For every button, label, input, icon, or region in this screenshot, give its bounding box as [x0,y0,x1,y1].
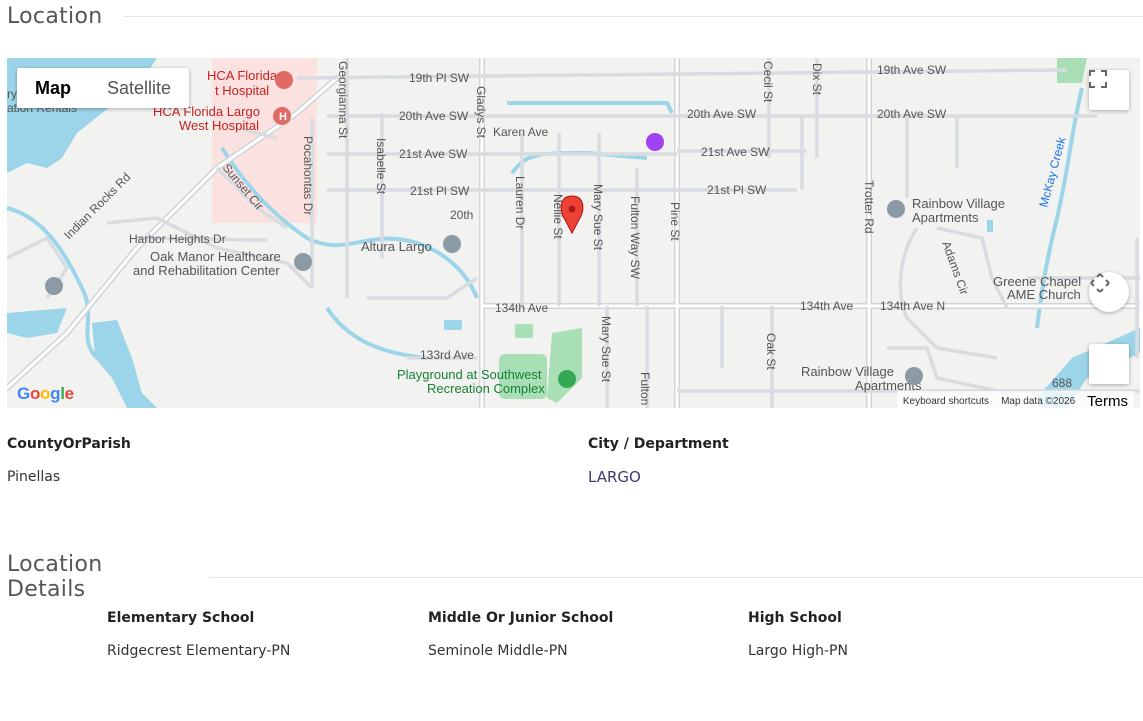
section-divider [208,576,1143,578]
road-label: 20th Ave SW [687,107,757,121]
poi-label: AME Church [1007,287,1081,302]
road-label: Pocahontas Dr [301,136,315,215]
route-shield: 688 [1052,376,1072,390]
road-label: 21st Pl SW [410,184,470,198]
keyboard-shortcuts-link[interactable]: Keyboard shortcuts [897,394,995,408]
middle-school-label: Middle Or Junior School [428,610,614,626]
poi-label: Playground at Southwest [397,367,542,382]
road-label: 134th Ave [800,299,853,313]
road-label-partial: ry [7,87,17,101]
map-data-credit: Map data ©2026 [1001,396,1076,407]
high-school-label: High School [748,610,842,626]
city-value: LARGO [588,468,641,486]
hospital-icon[interactable] [275,71,293,89]
road-label: 20th Ave SW [399,109,469,123]
road-label: Cecil St [761,61,775,103]
google-logo: Google [17,384,74,403]
high-school-value: Largo High-PN [748,643,848,659]
city-label: City / Department [588,436,729,452]
road-label: Harbor Heights Dr [129,232,226,246]
road-label: Karen Ave [493,125,548,139]
poi-label: Oak Manor Healthcare [150,249,281,264]
fullscreen-icon [1089,70,1107,88]
road-label: Isabelle St [374,138,388,195]
place-icon[interactable] [905,367,923,385]
road-label: Dix St [810,63,824,96]
park-icon[interactable] [558,370,576,388]
road-label: Indian Rocks Rd [61,170,133,242]
terms-link[interactable]: Terms [1081,391,1134,408]
svg-text:H: H [279,111,287,123]
location-details-header: Location Details [7,552,1143,602]
map-canvas[interactable]: 19th Pl SW 19th Ave SW 20th Ave SW 20th … [7,58,1140,408]
road-label: Fulton [638,372,652,405]
road-label: 133rd Ave [420,348,474,362]
road-label: Gladys St [474,86,488,139]
elementary-school-label: Elementary School [107,610,255,626]
location-section-title: Location [7,4,103,29]
road-label: 19th Ave SW [877,63,947,77]
map-view[interactable]: 19th Pl SW 19th Ave SW 20th Ave SW 20th … [7,58,1140,408]
map-type-button[interactable]: Map [17,68,89,108]
road-label: Mary Sue St [599,316,613,383]
poi-label: t Hospital [215,83,269,98]
road-label: Pine St [668,202,682,241]
poi-label: HCA Florida [207,68,278,83]
gym-icon[interactable] [646,133,664,151]
middle-school-value: Seminole Middle-PN [428,643,568,659]
creek-label: McKay Creek [1036,135,1068,209]
satellite-type-button[interactable]: Satellite [89,68,189,108]
place-icon[interactable] [294,253,312,271]
place-icon[interactable] [887,200,905,218]
road-label: 20th [450,208,473,222]
county-label: CountyOrParish [7,436,131,452]
road-label: Mary Sue St [591,184,605,251]
poi-label: Rainbow Village [912,196,1005,211]
map-attribution: Keyboard shortcuts Map data ©2026 Terms [896,391,1134,408]
county-value: Pinellas [7,469,61,485]
road-label: 19th Pl SW [409,71,470,85]
poi-label: Rainbow Village [801,364,894,379]
road-label: Lauren Dr [513,176,527,229]
elementary-school-value: Ridgecrest Elementary-PN [107,643,291,659]
place-icon[interactable] [443,235,461,253]
road-label: 21st Ave SW [399,147,468,161]
road-label: 20th Ave SW [877,107,947,121]
road-label: 21st Ave SW [701,145,770,159]
section-divider [124,16,1143,17]
location-section-header: Location [7,4,1143,29]
pan-control[interactable] [1089,272,1129,312]
fullscreen-button[interactable] [1089,70,1129,110]
road-label: Oak St [764,333,778,370]
location-details-title: Location Details [7,552,103,602]
road-label: 134th Ave N [880,299,945,313]
pan-arrows-icon [1090,273,1110,293]
road-label: Adams Cir [939,239,971,296]
poi-label: Recreation Complex [427,381,545,396]
road-label: 134th Ave [495,301,548,315]
pool-area [987,220,993,232]
map-type-control: Map Satellite [17,68,190,108]
road-label: Trotter Rd [862,180,876,234]
road-label: Fulton Way SW [628,196,642,280]
road-label: 21st Pl SW [707,183,767,197]
road-label: Georgianna St [336,61,350,139]
campground-icon[interactable] [45,277,63,295]
zoom-control[interactable] [1089,344,1129,384]
poi-label: West Hospital [179,118,259,133]
poi-label: Altura Largo [361,239,432,254]
poi-label: Apartments [912,210,979,225]
poi-label: and Rehabilitation Center [133,263,280,278]
